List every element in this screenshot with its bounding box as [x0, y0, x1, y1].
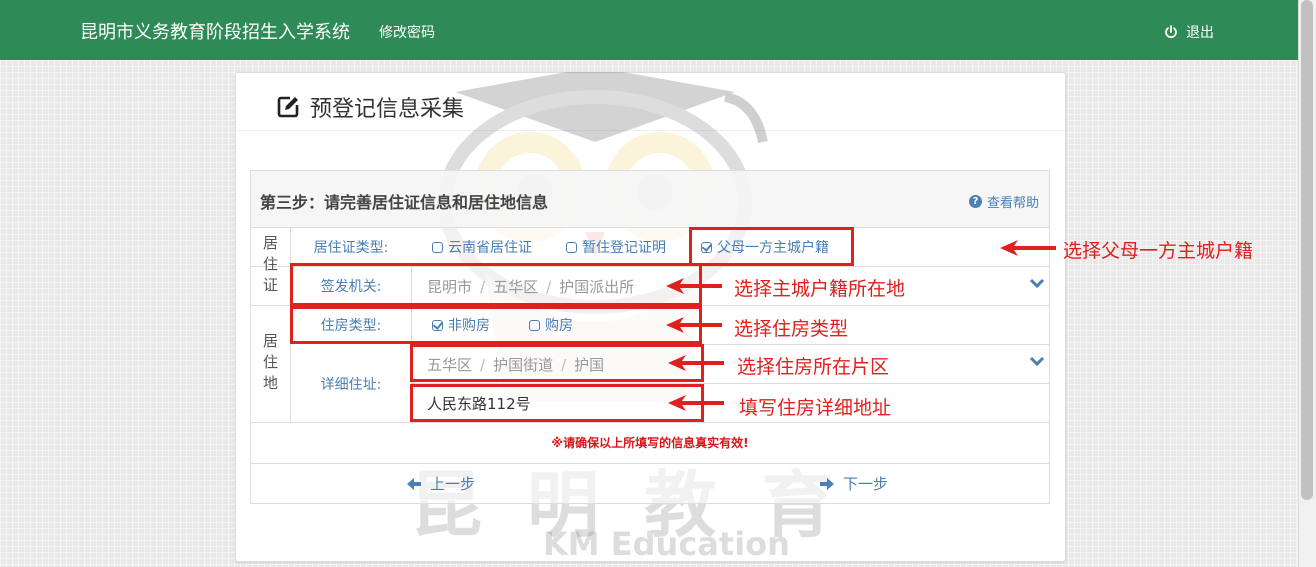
permit-type-label: 居住证类型:	[313, 240, 389, 256]
arrow-right-icon	[820, 477, 834, 490]
form-header: 第三步：请完善居住证信息和居住地信息 ? 查看帮助	[251, 171, 1049, 228]
edit-icon	[277, 96, 299, 118]
address-label: 详细住址:	[320, 377, 382, 393]
question-icon: ?	[968, 195, 982, 208]
page-title: 预登记信息采集	[276, 91, 464, 123]
option-yunnan-permit[interactable]: 云南省居住证	[432, 237, 532, 257]
top-navbar: 昆明市义务教育阶段招生入学系统 修改密码 退出	[0, 0, 1298, 60]
annotation-issuing-authority: 选择主城户籍所在地	[734, 278, 906, 300]
highlight-permit-type	[689, 227, 854, 266]
page-title-text: 预登记信息采集	[310, 97, 465, 122]
row-divider	[251, 463, 1049, 464]
highlight-address-detail	[410, 384, 704, 422]
prev-step-button[interactable]: 上一步	[406, 473, 475, 494]
power-icon	[1165, 25, 1177, 39]
logout-button[interactable]: 退出	[1164, 22, 1214, 42]
group-label-residence-permit: 居住证	[262, 234, 278, 294]
chevron-down-icon[interactable]	[1029, 277, 1045, 293]
scrollbar-thumb[interactable]	[1301, 0, 1313, 500]
next-step-button[interactable]: 下一步	[819, 473, 888, 494]
chevron-down-icon[interactable]	[1029, 355, 1045, 371]
help-link[interactable]: ? 查看帮助	[968, 192, 1039, 211]
arrow-left-icon	[407, 477, 421, 490]
row-divider	[251, 422, 1049, 423]
highlight-address-area	[410, 344, 704, 382]
annotation-arrow-icon	[1000, 240, 1056, 256]
help-label: 查看帮助	[986, 196, 1039, 211]
logout-label: 退出	[1186, 25, 1214, 41]
step-title: 第三步：请完善居住证信息和居住地信息	[260, 193, 549, 212]
annotation-arrow-icon	[668, 395, 724, 411]
annotation-address-detail: 填写住房详细地址	[739, 397, 892, 419]
annotation-address-area: 选择住房所在片区	[737, 356, 890, 378]
highlight-issuing-authority	[290, 263, 702, 306]
annotation-arrow-icon	[666, 317, 722, 333]
annotation-arrow-icon	[668, 355, 724, 371]
checkbox-icon	[566, 241, 577, 253]
annotation-arrow-icon	[666, 278, 722, 294]
highlight-housing-type	[290, 306, 702, 344]
annotation-permit-type: 选择父母一方主城户籍	[1063, 240, 1254, 262]
checkbox-icon	[432, 241, 443, 253]
group-label-residence: 居住地	[262, 332, 278, 392]
change-password-link[interactable]: 修改密码	[379, 22, 435, 42]
annotation-housing-type: 选择住房类型	[734, 318, 849, 340]
notice-text: ※请确保以上所填写的信息真实有效!	[551, 436, 749, 450]
panel-divider	[236, 130, 1065, 131]
option-temp-registration[interactable]: 暂住登记证明	[566, 237, 666, 257]
app-title[interactable]: 昆明市义务教育阶段招生入学系统	[80, 18, 350, 44]
